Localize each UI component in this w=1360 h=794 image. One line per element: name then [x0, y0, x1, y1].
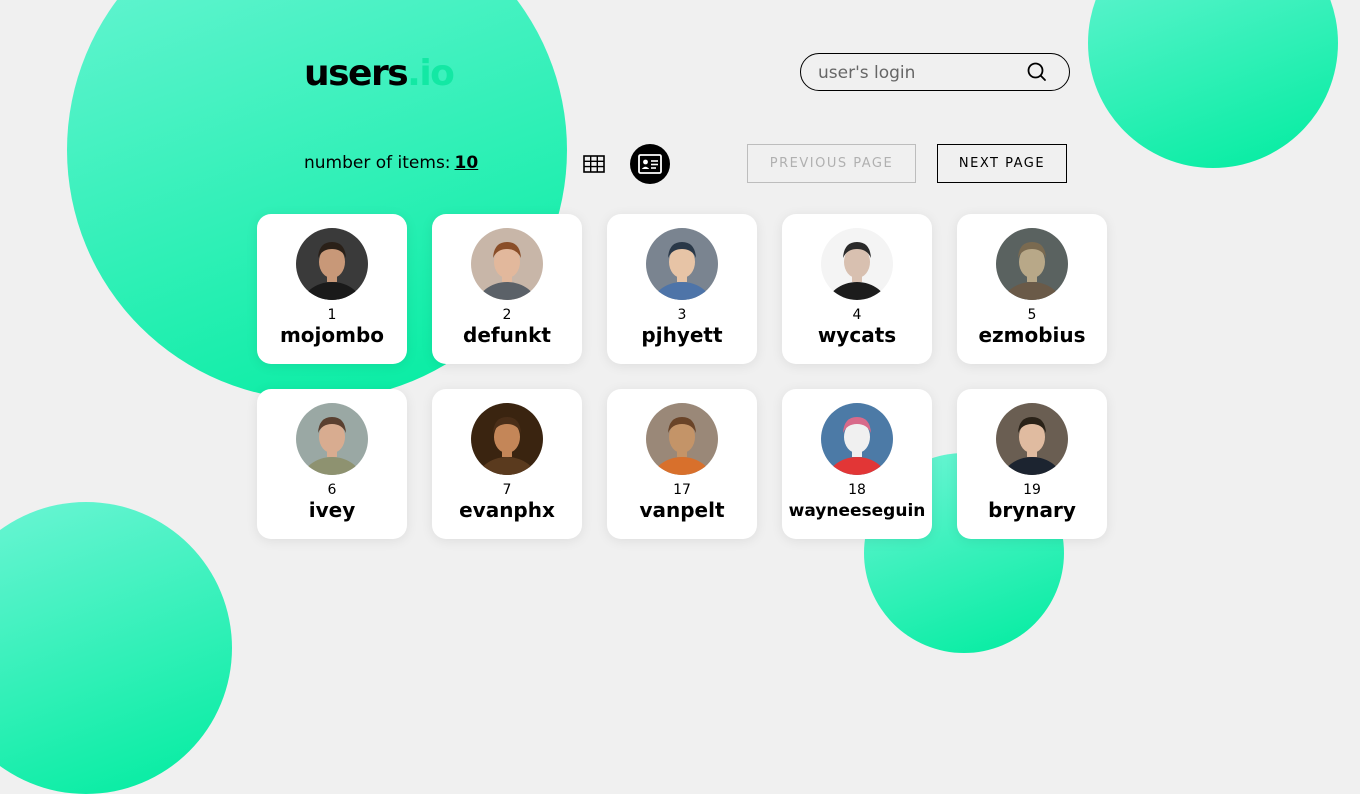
user-id: 19 — [1023, 482, 1041, 498]
user-card[interactable]: 7 evanphx — [432, 389, 582, 539]
user-login: brynary — [988, 498, 1076, 522]
user-id: 7 — [502, 482, 512, 498]
card-view-toggle[interactable] — [630, 144, 670, 184]
user-id: 6 — [327, 482, 337, 498]
user-id: 3 — [677, 307, 687, 323]
search-input[interactable] — [816, 54, 1020, 92]
user-card[interactable]: 1 mojombo — [257, 214, 407, 364]
logo: users.io — [304, 50, 455, 98]
search-icon[interactable] — [1027, 62, 1047, 82]
items-count-label: number of items: — [304, 153, 451, 173]
avatar — [646, 403, 718, 475]
id-card-icon — [638, 154, 662, 174]
user-id: 2 — [502, 307, 512, 323]
decor-circle-bottom-left — [0, 502, 232, 794]
next-page-button[interactable]: NEXT PAGE — [937, 144, 1067, 183]
search-box — [800, 53, 1070, 92]
user-login: wayneeseguin — [788, 501, 926, 521]
avatar — [996, 228, 1068, 300]
user-login: evanphx — [459, 498, 555, 522]
previous-page-button[interactable]: PREVIOUS PAGE — [747, 144, 916, 183]
user-id: 4 — [852, 307, 862, 323]
user-id: 1 — [327, 307, 337, 323]
user-card[interactable]: 17 vanpelt — [607, 389, 757, 539]
user-card[interactable]: 2 defunkt — [432, 214, 582, 364]
logo-text: users — [304, 53, 409, 94]
user-id: 18 — [848, 482, 866, 498]
user-login: pjhyett — [641, 323, 723, 347]
avatar — [296, 403, 368, 475]
avatar — [471, 403, 543, 475]
user-login: ezmobius — [978, 323, 1086, 347]
user-id: 17 — [673, 482, 691, 498]
user-login: vanpelt — [639, 498, 725, 522]
avatar — [296, 228, 368, 300]
avatar — [821, 228, 893, 300]
user-card[interactable]: 3 pjhyett — [607, 214, 757, 364]
user-card[interactable]: 4 wycats — [782, 214, 932, 364]
logo-accent: .io — [407, 53, 455, 94]
user-card[interactable]: 18 wayneeseguin — [782, 389, 932, 539]
user-card[interactable]: 5 ezmobius — [957, 214, 1107, 364]
items-count-value[interactable]: 10 — [455, 153, 479, 173]
avatar — [646, 228, 718, 300]
avatar — [996, 403, 1068, 475]
user-login: mojombo — [279, 323, 385, 347]
user-login: ivey — [308, 498, 356, 522]
user-id: 5 — [1027, 307, 1037, 323]
items-count: number of items: 10 — [304, 153, 478, 173]
avatar — [821, 403, 893, 475]
user-login: defunkt — [463, 323, 551, 347]
user-card[interactable]: 19 brynary — [957, 389, 1107, 539]
decor-circle-top-right — [1088, 0, 1338, 168]
table-grid-icon[interactable] — [583, 155, 605, 173]
avatar — [471, 228, 543, 300]
user-card[interactable]: 6 ivey — [257, 389, 407, 539]
user-login: wycats — [817, 323, 897, 347]
